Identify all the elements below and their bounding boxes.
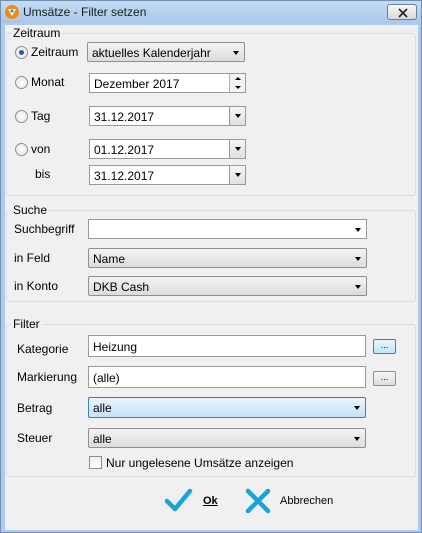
- window-title: Umsätze - Filter setzen: [23, 5, 147, 19]
- spin-down-icon: [235, 86, 241, 89]
- app-logo-icon: [5, 5, 19, 19]
- konto-select[interactable]: DKB Cash: [88, 276, 367, 296]
- ungelesen-checkbox[interactable]: [89, 456, 102, 469]
- monat-value: Dezember 2017: [94, 77, 180, 91]
- von-date-picker[interactable]: 01.12.2017: [89, 139, 246, 159]
- monat-radio[interactable]: [15, 76, 28, 89]
- chevron-down-icon: [235, 114, 241, 118]
- suche-legend: Suche: [11, 203, 50, 217]
- chevron-down-icon: [355, 228, 361, 232]
- feld-value: Name: [93, 252, 126, 266]
- cancel-button[interactable]: Abbrechen: [243, 485, 343, 517]
- close-button[interactable]: [387, 4, 417, 20]
- cancel-label: Abbrechen: [280, 495, 334, 507]
- dialog-window: Umsätze - Filter setzen Zeitraum Zeitrau…: [0, 0, 422, 533]
- chevron-down-icon: [355, 257, 361, 261]
- chevron-down-icon: [235, 147, 241, 151]
- ok-label: Ok: [203, 495, 218, 507]
- tag-value: 31.12.2017: [94, 110, 155, 124]
- chevron-down-icon: [355, 285, 361, 289]
- close-icon: [398, 8, 408, 18]
- tag-label: Tag: [31, 109, 51, 123]
- steuer-select[interactable]: alle: [88, 428, 366, 448]
- chevron-down-icon: [233, 51, 239, 55]
- tag-radio[interactable]: [15, 110, 28, 123]
- checkmark-icon: [164, 488, 193, 512]
- bis-date-picker[interactable]: 31.12.2017: [89, 165, 246, 185]
- markierung-label: Markierung: [17, 370, 78, 384]
- chevron-down-icon: [235, 173, 241, 177]
- zeitraum-label: Zeitraum: [31, 45, 79, 59]
- spin-down-button[interactable]: [230, 83, 245, 92]
- betrag-select[interactable]: alle: [88, 397, 366, 418]
- kategorie-field[interactable]: Heizung: [88, 335, 366, 357]
- cancel-x-icon: [245, 488, 271, 514]
- kategorie-value: Heizung: [93, 340, 138, 354]
- von-label: von: [31, 142, 51, 156]
- spin-up-icon: [235, 77, 241, 80]
- tag-date-picker[interactable]: 31.12.2017: [89, 106, 246, 126]
- suchbegriff-label: Suchbegriff: [14, 222, 75, 236]
- dialog-body: Zeitraum Zeitraum aktuelles Kalenderjahr…: [5, 25, 418, 530]
- suchbegriff-combo[interactable]: [88, 219, 367, 239]
- filter-legend: Filter: [11, 317, 42, 331]
- steuer-label: Steuer: [17, 431, 53, 445]
- title-bar[interactable]: Umsätze - Filter setzen: [1, 1, 421, 23]
- feld-label: in Feld: [14, 251, 51, 265]
- monat-spinner[interactable]: Dezember 2017: [89, 73, 246, 93]
- zeitraum-legend: Zeitraum: [11, 26, 63, 40]
- von-dropdown-button[interactable]: [229, 140, 245, 158]
- chevron-down-icon: [354, 406, 360, 410]
- kategorie-label: Kategorie: [17, 342, 69, 356]
- feld-select[interactable]: Name: [88, 248, 367, 268]
- ungelesen-label[interactable]: Nur ungelesene Umsätze anzeigen: [106, 456, 293, 470]
- monat-label: Monat: [31, 75, 65, 89]
- ok-button[interactable]: Ok: [163, 485, 223, 517]
- chevron-down-icon: [354, 437, 360, 441]
- betrag-value: alle: [93, 401, 112, 415]
- tag-dropdown-button[interactable]: [229, 107, 245, 125]
- spin-up-button[interactable]: [230, 74, 245, 83]
- von-value: 01.12.2017: [94, 143, 155, 157]
- monat-spin-buttons[interactable]: [229, 74, 245, 92]
- markierung-field[interactable]: (alle): [88, 366, 366, 388]
- konto-label: in Konto: [14, 279, 59, 293]
- von-radio[interactable]: [15, 143, 28, 156]
- bis-label: bis: [35, 167, 51, 181]
- markierung-value: (alle): [93, 371, 120, 385]
- zeitraum-radio[interactable]: [15, 46, 28, 59]
- zeitraum-select[interactable]: aktuelles Kalenderjahr: [87, 42, 245, 62]
- steuer-value: alle: [93, 432, 112, 446]
- konto-value: DKB Cash: [93, 280, 150, 294]
- zeitraum-value: aktuelles Kalenderjahr: [92, 46, 211, 60]
- betrag-label: Betrag: [17, 401, 53, 415]
- markierung-browse-button[interactable]: ...: [373, 371, 396, 386]
- kategorie-browse-button[interactable]: ...: [373, 339, 396, 354]
- bis-dropdown-button[interactable]: [229, 166, 245, 184]
- bis-value: 31.12.2017: [94, 169, 155, 183]
